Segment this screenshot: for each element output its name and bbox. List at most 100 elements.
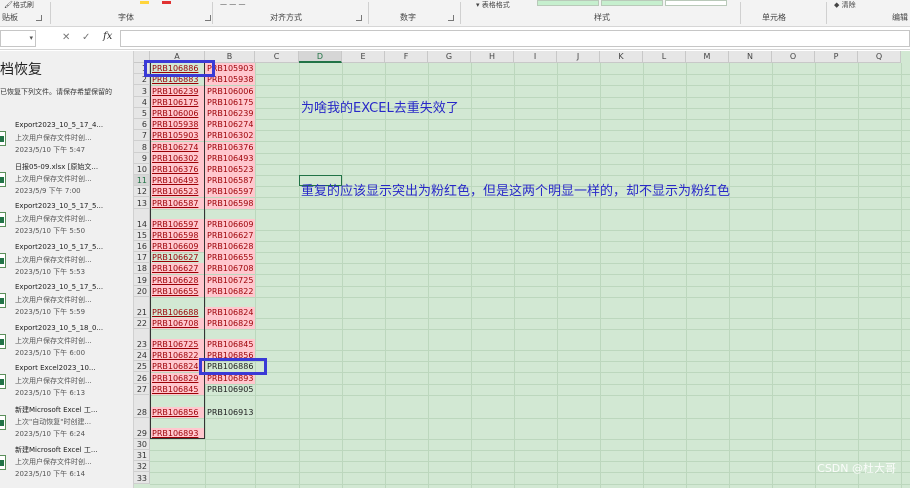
- recovery-file-item[interactable]: 新建Microsoft Excel 工... 上次"自动恢复"时创建... 2023…: [0, 405, 133, 445]
- row-header[interactable]: 29: [134, 417, 150, 439]
- cell-A5[interactable]: PRB106006: [150, 108, 205, 119]
- recovery-file-item[interactable]: Export2023_10_5_17_5... 上次用户保存文件时创... 2023…: [0, 283, 133, 323]
- cell-B12[interactable]: PRB106597: [205, 186, 255, 198]
- recovery-file-item[interactable]: Export2023_10_5_17_5... 上次用户保存文件时创... 2023…: [0, 243, 133, 283]
- row-header[interactable]: 9: [134, 152, 150, 164]
- recovery-file-item[interactable]: 新建Microsoft Excel 工... 上次用户保存文件时创... 2023/…: [0, 445, 133, 485]
- row-header[interactable]: 19: [134, 274, 150, 286]
- row-header[interactable]: 3: [134, 85, 150, 97]
- cell-A8[interactable]: PRB106274: [150, 141, 205, 153]
- worksheet-grid[interactable]: A B C D E F G H I J K L M N O P Q 1 PRB106886 PRB105903 2 PRB…: [134, 51, 910, 488]
- chevron-down-icon[interactable]: ▾: [29, 34, 33, 42]
- cell-A11[interactable]: PRB106493: [150, 175, 205, 187]
- cell-A29[interactable]: PRB106893: [150, 427, 205, 439]
- row-header[interactable]: 10: [134, 163, 150, 175]
- formula-input[interactable]: [120, 30, 910, 47]
- cell-A4[interactable]: PRB106175: [150, 96, 205, 108]
- cell-A22[interactable]: PRB106708: [150, 318, 205, 329]
- row-header[interactable]: 26: [134, 372, 150, 384]
- cell-A15[interactable]: PRB106598: [150, 229, 205, 241]
- row-header[interactable]: 13: [134, 197, 150, 209]
- row-header[interactable]: 15: [134, 229, 150, 241]
- cell-A25[interactable]: PRB106824: [150, 361, 205, 373]
- cell-B21[interactable]: PRB106824: [205, 306, 255, 318]
- cell-B9[interactable]: PRB106493: [205, 152, 255, 164]
- cell-B10[interactable]: PRB106523: [205, 164, 255, 175]
- row-header[interactable]: 28: [134, 394, 150, 418]
- row-header[interactable]: 21: [134, 296, 150, 318]
- row-header[interactable]: 27: [134, 383, 150, 395]
- column-header[interactable]: G: [428, 51, 471, 63]
- cell-B20[interactable]: PRB106822: [205, 285, 255, 297]
- cell-B4[interactable]: PRB106175: [205, 96, 255, 108]
- cell-B13[interactable]: PRB106598: [205, 197, 255, 209]
- cell-A14[interactable]: PRB106597: [150, 218, 205, 230]
- cell-B14[interactable]: PRB106609: [205, 218, 255, 230]
- cell-A28[interactable]: PRB106856: [150, 406, 205, 418]
- column-header[interactable]: L: [643, 51, 686, 63]
- row-header[interactable]: 5: [134, 107, 150, 119]
- cell-A17[interactable]: PRB106627: [150, 252, 205, 263]
- column-header[interactable]: H: [471, 51, 514, 63]
- cell-B16[interactable]: PRB106628: [205, 241, 255, 252]
- cell-A24[interactable]: PRB106822: [150, 350, 205, 362]
- column-header[interactable]: C: [255, 51, 299, 63]
- row-header[interactable]: 14: [134, 208, 150, 230]
- column-header[interactable]: E: [342, 51, 385, 63]
- row-header[interactable]: 6: [134, 119, 150, 131]
- recovery-file-item[interactable]: 日报05-09.xlsx [原始文... 上次用户保存文件时创... 2023/5/…: [0, 162, 133, 202]
- clear-button[interactable]: ◆ 清除: [834, 0, 856, 10]
- cell-A3[interactable]: PRB106239: [150, 85, 205, 97]
- number-launcher[interactable]: [448, 15, 454, 21]
- row-header[interactable]: 11: [134, 175, 150, 187]
- style-neutral-swatch[interactable]: [601, 0, 663, 6]
- row-header[interactable]: 32: [134, 461, 150, 473]
- cancel-icon[interactable]: ✕: [62, 32, 70, 43]
- align-icons[interactable]: — — —: [220, 0, 245, 8]
- row-header[interactable]: 12: [134, 186, 150, 198]
- column-header[interactable]: N: [729, 51, 772, 63]
- row-header[interactable]: 17: [134, 252, 150, 264]
- enter-icon[interactable]: ✓: [82, 32, 90, 43]
- column-header[interactable]: Q: [858, 51, 901, 63]
- row-header[interactable]: 8: [134, 141, 150, 153]
- alignment-launcher[interactable]: [356, 15, 362, 21]
- cell-A27[interactable]: PRB106845: [150, 383, 205, 395]
- cell-A12[interactable]: PRB106523: [150, 186, 205, 198]
- column-header[interactable]: O: [772, 51, 815, 63]
- row-header[interactable]: 22: [134, 317, 150, 329]
- recovery-file-item[interactable]: Export Excel2023_10... 上次用户保存文件时创... 2023/…: [0, 364, 133, 404]
- cell-B3[interactable]: PRB106006: [205, 85, 255, 97]
- cell-B19[interactable]: PRB106725: [205, 274, 255, 286]
- cell-A9[interactable]: PRB106302: [150, 152, 205, 164]
- cell-B15[interactable]: PRB106627: [205, 229, 255, 241]
- recovery-file-item[interactable]: Export2023_10_5_18_0... 上次用户保存文件时创... 2023…: [0, 324, 133, 364]
- cell-A10[interactable]: PRB106376: [150, 164, 205, 175]
- row-header[interactable]: 25: [134, 361, 150, 373]
- cell-B5[interactable]: PRB106239: [205, 108, 255, 119]
- recovery-file-item[interactable]: Export2023_10_5_17_5... 上次用户保存文件时创... 2023…: [0, 202, 133, 242]
- cell-A18[interactable]: PRB106627: [150, 263, 205, 275]
- row-header[interactable]: 18: [134, 263, 150, 275]
- format-painter-button[interactable]: 🖌格式刷: [4, 0, 34, 10]
- cell-A6[interactable]: PRB105938: [150, 119, 205, 131]
- cell-B11[interactable]: PRB106587: [205, 175, 255, 187]
- cell-B28[interactable]: PRB106913: [205, 407, 255, 418]
- column-header[interactable]: K: [600, 51, 643, 63]
- column-header[interactable]: D: [299, 51, 342, 63]
- cell-A19[interactable]: PRB106628: [150, 274, 205, 286]
- cell-A7[interactable]: PRB105903: [150, 130, 205, 142]
- row-header[interactable]: 16: [134, 240, 150, 252]
- cell-A26[interactable]: PRB106829: [150, 372, 205, 384]
- column-header[interactable]: I: [514, 51, 557, 63]
- insert-function-icon[interactable]: fx: [103, 31, 112, 42]
- cell-A23[interactable]: PRB106725: [150, 339, 205, 350]
- cell-B23[interactable]: PRB106845: [205, 339, 255, 350]
- column-header[interactable]: M: [686, 51, 729, 63]
- clipboard-launcher[interactable]: [36, 15, 42, 21]
- cell-A16[interactable]: PRB106609: [150, 241, 205, 252]
- cell-B27[interactable]: PRB106905: [205, 384, 255, 395]
- row-header[interactable]: 23: [134, 329, 150, 350]
- table-format-button[interactable]: ▾ 表格格式: [476, 0, 510, 10]
- name-box[interactable]: ▾: [0, 30, 36, 47]
